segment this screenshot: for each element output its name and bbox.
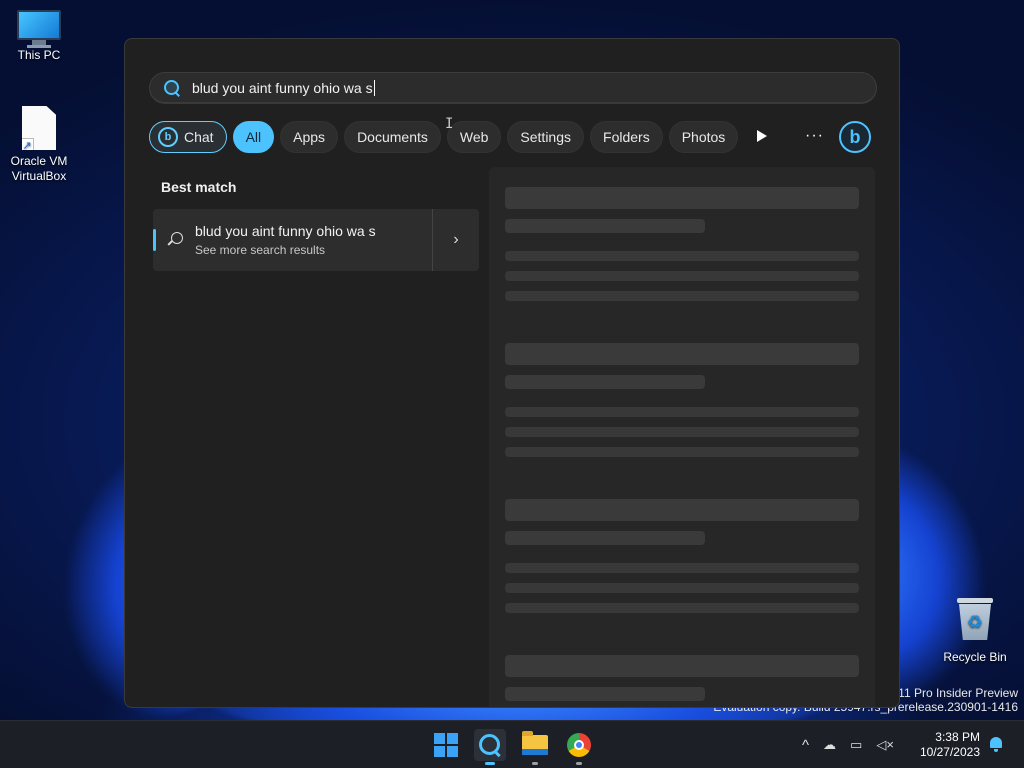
clock[interactable]: 3:38 PM 10/27/2023 [910, 730, 980, 760]
best-match-heading: Best match [161, 179, 237, 195]
preview-pane-loading [489, 167, 875, 707]
skeleton-block [505, 251, 859, 261]
start-button[interactable] [430, 729, 462, 761]
monitor-icon [17, 10, 61, 48]
taskbar: ^ ☁ ▭ ◁× 3:38 PM 10/27/2023 [0, 720, 1024, 768]
filter-label: Settings [520, 129, 572, 145]
search-panel: blud you aint funny ohio wa s b Chat All… [124, 38, 900, 708]
desktop-icon-virtualbox[interactable]: ↗ Oracle VM VirtualBox [0, 106, 78, 184]
system-tray: ^ ☁ ▭ ◁× [795, 721, 901, 768]
onedrive-status-icon[interactable]: ☁ [823, 737, 836, 753]
active-indicator [485, 762, 495, 765]
filter-label: Chat [184, 129, 214, 145]
volume-muted-icon[interactable]: ◁× [876, 737, 894, 753]
skeleton-block [505, 427, 859, 437]
skeleton-block [505, 219, 705, 233]
skeleton-block [505, 687, 705, 701]
more-options-button[interactable]: ··· [805, 127, 824, 145]
best-match-result[interactable]: blud you aint funny ohio wa s See more s… [153, 209, 479, 271]
windows-logo-icon [434, 733, 458, 757]
folder-icon [522, 731, 548, 755]
filter-web[interactable]: Web [446, 121, 502, 153]
filter-all[interactable]: All [232, 121, 275, 153]
search-query-text[interactable]: blud you aint funny ohio wa s [192, 80, 373, 96]
filter-label: Apps [293, 129, 326, 145]
taskbar-file-explorer[interactable] [519, 729, 551, 765]
best-match-title: blud you aint funny ohio wa s [195, 223, 376, 239]
best-match-main[interactable]: blud you aint funny ohio wa s See more s… [153, 209, 433, 271]
filter-settings[interactable]: Settings [507, 121, 585, 153]
skeleton-block [505, 531, 705, 545]
search-icon [164, 79, 180, 96]
filter-chat[interactable]: b Chat [149, 121, 227, 153]
search-icon [167, 232, 183, 248]
shortcut-file-icon: ↗ [22, 106, 56, 150]
best-match-subtitle: See more search results [195, 243, 326, 257]
show-hidden-icons-chevron-icon[interactable]: ^ [802, 737, 809, 754]
desktop-icon-label: Oracle VM VirtualBox [10, 154, 68, 183]
clock-date: 10/27/2023 [919, 745, 980, 759]
shortcut-arrow-icon: ↗ [22, 138, 34, 150]
filter-folders[interactable]: Folders [590, 121, 663, 153]
filter-label: Documents [357, 129, 428, 145]
skeleton-block [505, 447, 859, 457]
filter-label: All [245, 129, 262, 145]
ibeam-cursor-icon: I [445, 116, 454, 132]
desktop-icon-label: Recycle Bin [943, 650, 1007, 664]
skeleton-block [505, 271, 859, 281]
filter-apps[interactable]: Apps [280, 121, 339, 153]
running-indicator [576, 762, 582, 765]
search-icon [479, 734, 501, 756]
skeleton-block [505, 343, 859, 365]
filter-label: Folders [603, 129, 650, 145]
skeleton-block [505, 407, 859, 417]
chrome-icon [567, 733, 591, 757]
desktop-icon-recycle-bin[interactable]: ♻ Recycle Bin [936, 598, 1014, 665]
skeleton-block [505, 603, 859, 613]
filter-label: Web [459, 129, 489, 145]
skeleton-block [505, 563, 859, 573]
skeleton-block [505, 291, 859, 301]
recycle-bin-icon: ♻ [957, 598, 993, 640]
taskbar-chrome[interactable] [563, 729, 595, 765]
skeleton-block [505, 655, 859, 677]
selection-accent [153, 229, 156, 251]
desktop-icon-label: This PC [17, 48, 61, 62]
filter-photos[interactable]: Photos [668, 121, 739, 153]
search-input[interactable]: blud you aint funny ohio wa s [149, 72, 877, 104]
bing-chat-icon: b [158, 127, 178, 147]
skeleton-block [505, 375, 705, 389]
notification-bell-icon[interactable] [988, 736, 1004, 752]
text-caret [373, 79, 375, 96]
running-indicator [532, 762, 538, 765]
bing-icon[interactable]: b [839, 121, 871, 153]
skeleton-block [505, 187, 859, 209]
network-icon[interactable]: ▭ [850, 737, 862, 753]
filter-label: Photos [681, 129, 726, 145]
filter-documents[interactable]: Documents [344, 121, 441, 153]
desktop-icon-this-pc[interactable]: This PC [0, 10, 78, 63]
skeleton-block [505, 499, 859, 521]
taskbar-search-button[interactable] [474, 729, 506, 765]
more-filters-play-icon[interactable] [754, 129, 768, 143]
skeleton-block [505, 583, 859, 593]
clock-time: 3:38 PM [935, 730, 980, 744]
chevron-right-icon[interactable]: › [433, 209, 479, 271]
